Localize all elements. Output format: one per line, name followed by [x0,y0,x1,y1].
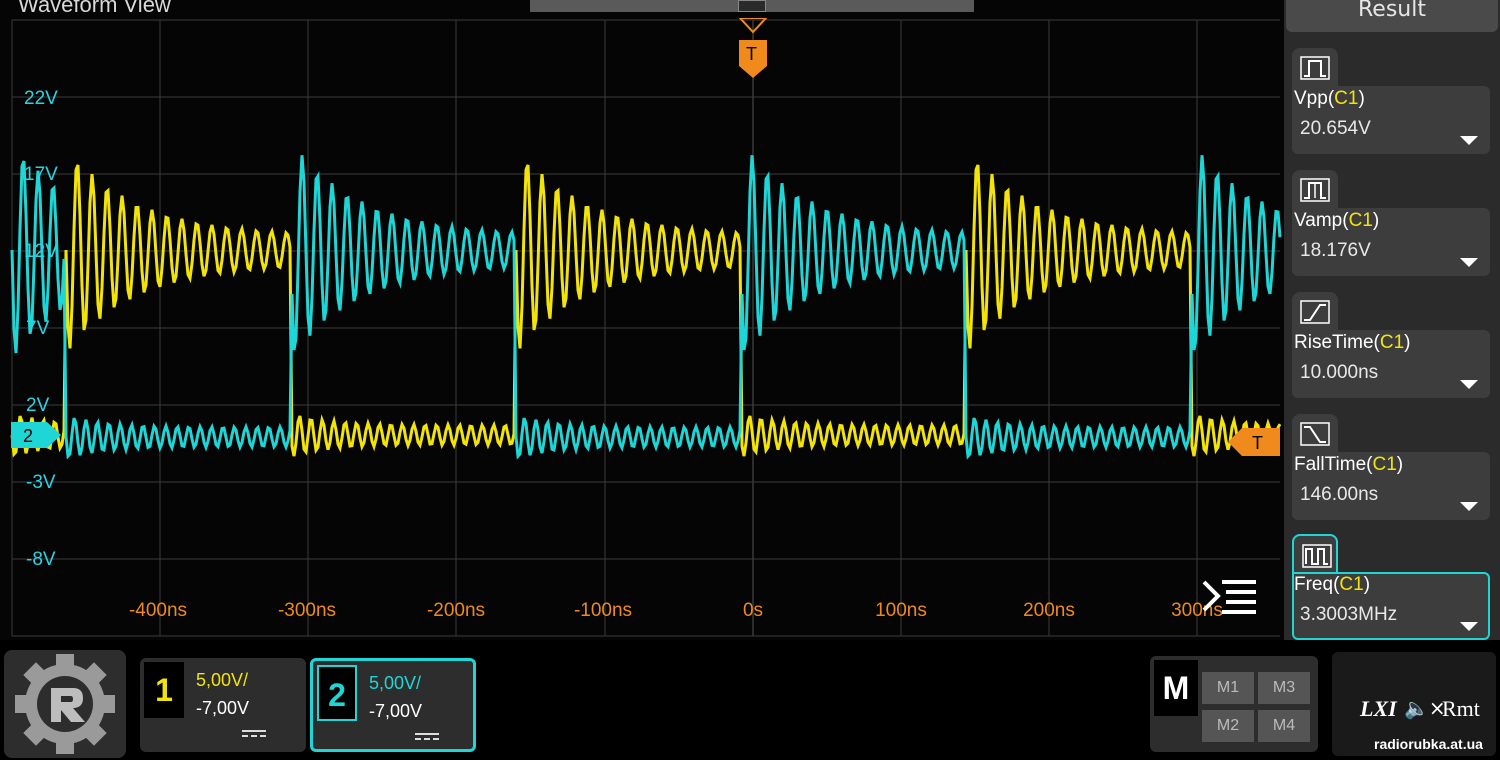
result-header[interactable]: Result [1286,0,1498,32]
waveform-view[interactable]: Waveform View 22V 17V 12V 7V 2V -3V -8V … [0,0,1284,640]
trigger-top-label: T [746,44,757,64]
time-label: 100ns [875,600,927,621]
chevron-down-icon[interactable] [1460,258,1478,267]
time-label: -200ns [426,600,486,621]
lxi-status[interactable]: LXI [1360,696,1397,722]
ch2-marker-label: 2 [23,426,33,446]
rise-time-icon [1292,292,1338,332]
watermark: radiorubka.at.ua [1374,736,1483,752]
freq-icon [1292,534,1338,574]
volt-label: 22V [24,88,58,109]
measurement-name: Vpp(C1) [1294,88,1365,109]
volt-label: 7V [26,318,50,339]
time-label: -100ns [573,600,633,621]
vamp-icon [1292,170,1338,210]
chevron-down-icon[interactable] [1460,380,1478,389]
chevron-down-icon[interactable] [1460,136,1478,145]
volt-label: 17V [24,164,58,185]
ch1-scale: 5,00V/ [196,670,249,690]
measurement-value: 20.654V [1300,118,1371,139]
ch2-waveform-trace [10,155,1282,460]
trigger-flag-icon: T [737,17,769,78]
math-m4-button[interactable]: M4 [1258,710,1310,742]
measurement-name: RiseTime(C1) [1294,332,1411,353]
measurement-value: 10.000ns [1300,362,1379,383]
waveform-view-title: Waveform View [18,0,171,17]
measurement-name: Freq(C1) [1294,574,1371,595]
trigger-position-marker[interactable]: T [737,17,769,80]
chevron-down-icon[interactable] [1460,622,1478,631]
volt-label: 12V [24,241,58,262]
gear-logo-icon [15,654,115,754]
ch1-offset: -7,00V [196,698,250,718]
speaker-muted-icon[interactable]: 🔈× [1404,696,1446,720]
vpp-icon [1292,48,1338,88]
chevron-down-icon[interactable] [1460,502,1478,511]
main-menu-button[interactable] [4,650,126,758]
time-label: -300ns [277,600,337,621]
result-panel: Result Vpp(C1) 20.654V Vamp(C1) 18.176V … [1284,0,1500,640]
volt-label: 2V [26,395,50,416]
remote-status: Rmt [1442,696,1480,721]
bottom-bar: 1 5,00V/ -7,00V 2 5,00V/ -7,00V M M1 M3 … [0,640,1500,760]
measurement-freq[interactable]: Freq(C1) 3.3003MHz [1292,534,1490,640]
volt-label: -3V [26,472,56,493]
measurement-name: FallTime(C1) [1294,454,1404,475]
dc-coupling-icon [415,733,439,741]
time-label: 200ns [1023,600,1075,621]
ch1-number: 1 [144,662,184,718]
time-label: 0s [742,600,764,621]
math-letter: M [1154,660,1198,716]
measurement-fall-time[interactable]: FallTime(C1) 146.00ns [1292,414,1490,520]
dc-coupling-icon [242,730,266,738]
ch1-waveform-trace [10,164,1282,458]
measurement-vpp[interactable]: Vpp(C1) 20.654V [1292,48,1490,154]
trigger-level-marker[interactable]: T [1228,428,1280,456]
ch1-settings[interactable]: 1 5,00V/ -7,00V [140,658,306,752]
volt-label: -8V [26,549,56,570]
measurement-value: 18.176V [1300,240,1371,261]
math-m2-button[interactable]: M2 [1202,710,1254,742]
measurement-value: 146.00ns [1300,484,1379,505]
math-m3-button[interactable]: M3 [1258,672,1310,704]
measurement-vamp[interactable]: Vamp(C1) 18.176V [1292,170,1490,276]
ch2-settings[interactable]: 2 5,00V/ -7,00V [310,658,476,752]
measurement-name: Vamp(C1) [1294,210,1380,231]
ch2-number: 2 [317,665,357,721]
math-m1-button[interactable]: M1 [1202,672,1254,704]
measurement-rise-time[interactable]: RiseTime(C1) 10.000ns [1292,292,1490,398]
ch2-offset-marker[interactable]: 2 [11,422,63,448]
ch2-scale: 5,00V/ [369,673,422,693]
graticule-grid [11,19,1280,637]
measurement-value: 3.3003MHz [1300,604,1398,625]
trigger-right-label: T [1252,433,1263,453]
fall-time-icon [1292,414,1338,454]
memory-position-window[interactable] [738,0,766,12]
math-settings[interactable]: M M1 M3 M2 M4 [1150,656,1318,752]
time-label: -400ns [128,600,188,621]
ch2-offset: -7,00V [369,701,423,721]
scope-canvas[interactable] [0,0,1284,640]
menu-lines-icon[interactable] [1200,578,1260,618]
